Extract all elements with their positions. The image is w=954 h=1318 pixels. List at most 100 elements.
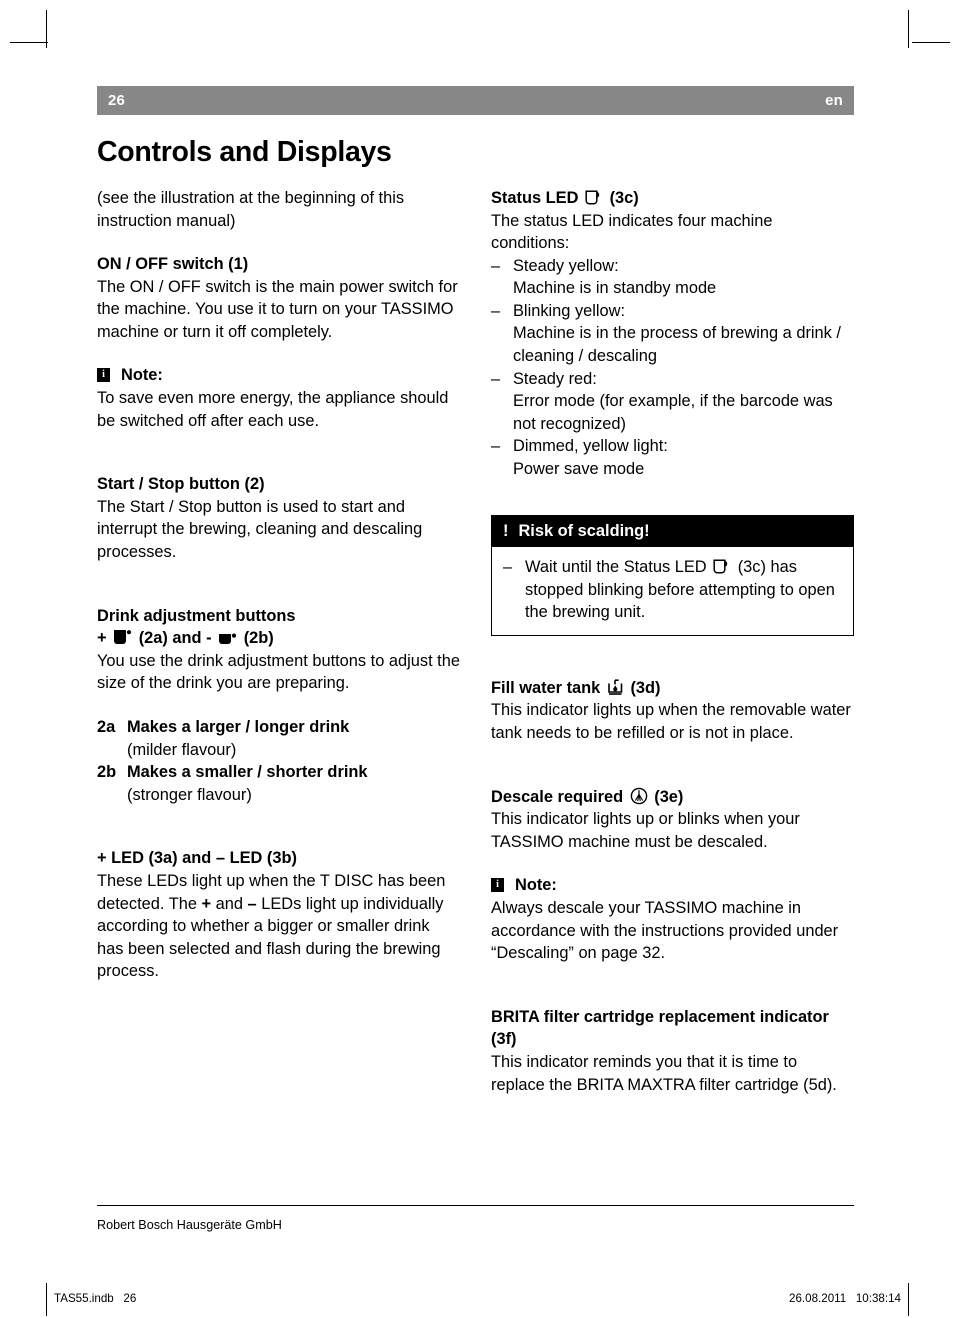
led-heading-mid: LED (3a) and [111,849,212,868]
note-label: Note: [121,366,163,385]
list-item-key: 2a [97,718,116,736]
heading-status-led: Status LED (3c) [491,187,854,210]
led-body-part2: and [211,894,248,913]
heading-fill-water-tank: Fill water tank (3d) [491,677,854,700]
footer-rule [97,1205,854,1207]
status-led-heading-pre: Status LED [491,188,579,207]
list-item: – Steady yellow: [491,255,854,278]
note-heading-energy: i Note: [97,364,460,387]
condition-title: Steady red: [513,369,597,388]
condition-detail: Error mode (for example, if the barcode … [513,392,833,433]
status-led-heading-ref: (3c) [609,188,639,207]
status-led-conditions: – Steady yellow: Machine is in standby m… [491,255,854,481]
condition-title: Dimmed, yellow light: [513,437,668,456]
list-item-key: 2b [97,763,117,782]
imprint-rule-left [46,1283,47,1316]
dash-bullet: – [491,437,501,456]
cup-small-filled-icon [218,629,237,646]
heading-brita-filter: BRITA filter cartridge replacement indic… [491,1007,829,1049]
body-note-energy: To save even more energy, the appliance … [97,389,449,430]
plus-sign: + [97,849,107,868]
list-item: – Steady red: [491,368,854,391]
cup-outline-icon [585,190,603,206]
warning-title: Risk of scalding! [518,521,650,540]
imprint-rule-right [908,1283,909,1316]
heading-plus-minus-leds: + LED (3a) and – LED (3b) [97,847,460,870]
warning-body-pre: Wait until the Status LED [525,558,707,577]
warning-box-header: ! Risk of scalding! [492,515,853,548]
descale-circle-icon [630,787,648,805]
body-columns: (see the illustration at the beginning o… [97,187,854,1096]
list-item: 2b Makes a smaller / shorter drink [97,761,460,784]
descale-heading-pre: Descale required [491,787,624,806]
crop-mark-top-right-vertical [908,10,909,48]
info-square-icon: i [491,878,504,893]
descale-heading-ref: (3e) [654,787,684,806]
body-plus-minus-leds: These LEDs light up when the T DISC has … [97,870,460,983]
list-item: 2a Makes a larger / longer drink [97,716,460,739]
plus-sign: + [97,629,107,648]
note-label: Note: [515,876,557,895]
cup-outline-icon [713,559,731,575]
footer-company: Robert Bosch Hausgeräte GmbH [97,1218,282,1232]
fill-water-heading-pre: Fill water tank [491,678,601,697]
body-note-descale: Always descale your TASSIMO machine in a… [491,898,839,963]
ref-2b: (2b) [243,629,274,648]
crop-mark-top-right-horizontal [912,42,950,43]
page-number: 26 [108,92,126,109]
running-header: 26 en [97,86,854,115]
imprint-file-ref: TAS55.indb 26 [54,1292,137,1305]
dash-bullet: – [503,558,513,577]
condition-title: Steady yellow: [513,256,619,275]
body-descale-required: This indicator lights up or blinks when … [491,810,800,851]
list-item-sub: (stronger flavour) [127,785,252,804]
condition-title: Blinking yellow: [513,301,626,320]
right-column: Status LED (3c) The status LED indicates… [491,187,854,1096]
dash-bullet: – [491,301,501,320]
warning-body-text: Wait until the Status LED (3c) has stopp… [525,556,841,624]
list-item-label: Makes a smaller / shorter drink [127,763,368,782]
heading-onoff-switch: ON / OFF switch (1) [97,255,249,274]
condition-detail: Machine is in standby mode [513,279,717,298]
ref-2a: (2a) and [138,629,202,648]
intro-paragraph: (see the illustration at the beginning o… [97,188,405,230]
condition-detail: Machine is in the process of brewing a d… [513,324,841,366]
cup-large-filled-icon [113,629,132,646]
crop-mark-top-left-horizontal [10,42,48,43]
body-drink-adjustment: You use the drink adjustment buttons to … [97,651,460,693]
info-square-icon: i [97,368,110,383]
body-status-led: The status LED indicates four machine co… [491,211,773,253]
heading-startstop-button: Start / Stop button (2) [97,475,265,494]
dash-bullet: – [491,256,501,275]
body-fill-water-tank: This indicator lights up when the remova… [491,701,851,742]
water-tank-icon [607,679,624,696]
list-item: – Dimmed, yellow light: [491,435,854,458]
plus-sign: + [201,894,212,913]
note-heading-descale: i Note: [491,874,854,897]
heading-drink-adjustment-symbols: + (2a) and - (2b) [97,627,460,650]
heading-descale-required: Descale required (3e) [491,786,854,809]
list-item-sub: (milder flavour) [127,740,237,759]
condition-detail: Power save mode [513,460,645,479]
warning-box-scalding: ! Risk of scalding! – Wait until the Sta… [491,514,854,636]
body-startstop-button: The Start / Stop button is used to start… [97,497,423,562]
body-brita-filter: This indicator reminds you that it is ti… [491,1052,837,1094]
page-content: 26 en Controls and Displays (see the ill… [97,86,854,1096]
heading-drink-adjustment: Drink adjustment buttons [97,606,296,625]
list-item: – Blinking yellow: [491,300,854,323]
exclamation-icon: ! [503,521,509,540]
warning-box-body: – Wait until the Status LED (3c) has sto… [492,547,853,635]
minus-sign: - [206,629,212,648]
minus-sign: – [247,894,257,913]
page-title: Controls and Displays [97,136,392,168]
led-heading-end: LED (3b) [229,849,297,868]
